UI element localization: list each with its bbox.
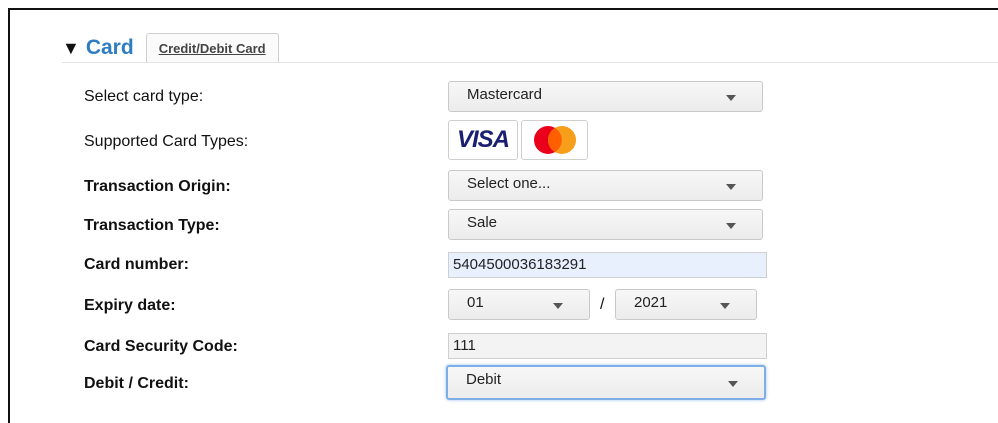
debit-credit-select[interactable]: Debit xyxy=(446,365,766,400)
expiry-year-value: 2021 xyxy=(634,294,668,311)
transaction-type-select[interactable]: Sale xyxy=(448,209,763,240)
expiry-month-select[interactable]: 01 xyxy=(448,289,590,320)
mastercard-logo xyxy=(533,126,576,154)
chevron-down-icon xyxy=(553,303,563,309)
transaction-type-label: Transaction Type: xyxy=(84,217,220,234)
debit-credit-label: Debit / Credit: xyxy=(84,375,189,392)
chevron-down-icon xyxy=(726,184,736,190)
card-number-input[interactable]: 5404500036183291 xyxy=(448,252,767,278)
security-code-input[interactable]: 111 xyxy=(448,333,767,359)
chevron-down-icon xyxy=(726,223,736,229)
transaction-origin-value: Select one... xyxy=(467,175,551,192)
card-section-header: ▼ Card Credit/Debit Card xyxy=(62,28,279,62)
chevron-down-icon xyxy=(728,381,738,387)
visa-icon: VISA xyxy=(448,120,518,160)
card-number-label: Card number: xyxy=(84,256,189,273)
mastercard-icon xyxy=(521,120,588,160)
chevron-down-icon xyxy=(720,303,730,309)
transaction-type-value: Sale xyxy=(467,214,498,231)
supported-card-types-label: Supported Card Types: xyxy=(84,133,249,150)
card-type-value: Mastercard xyxy=(467,86,543,103)
security-code-label: Card Security Code: xyxy=(84,338,238,355)
card-type-select[interactable]: Mastercard xyxy=(448,81,763,112)
debit-credit-value: Debit xyxy=(466,371,502,388)
header-divider xyxy=(62,62,998,63)
section-title[interactable]: Card xyxy=(86,34,134,62)
visa-logo-text: VISA xyxy=(456,126,510,153)
transaction-origin-select[interactable]: Select one... xyxy=(448,170,763,201)
expiry-date-label: Expiry date: xyxy=(84,297,176,314)
expiry-separator: / xyxy=(600,296,605,313)
collapse-triangle-icon[interactable]: ▼ xyxy=(62,34,80,62)
tab-credit-debit-card[interactable]: Credit/Debit Card xyxy=(145,33,279,62)
chevron-down-icon xyxy=(726,95,736,101)
card-type-label: Select card type: xyxy=(84,88,204,105)
expiry-month-value: 01 xyxy=(467,294,484,311)
transaction-origin-label: Transaction Origin: xyxy=(84,178,231,195)
tab-label: Credit/Debit Card xyxy=(158,40,266,56)
expiry-year-select[interactable]: 2021 xyxy=(615,289,757,320)
